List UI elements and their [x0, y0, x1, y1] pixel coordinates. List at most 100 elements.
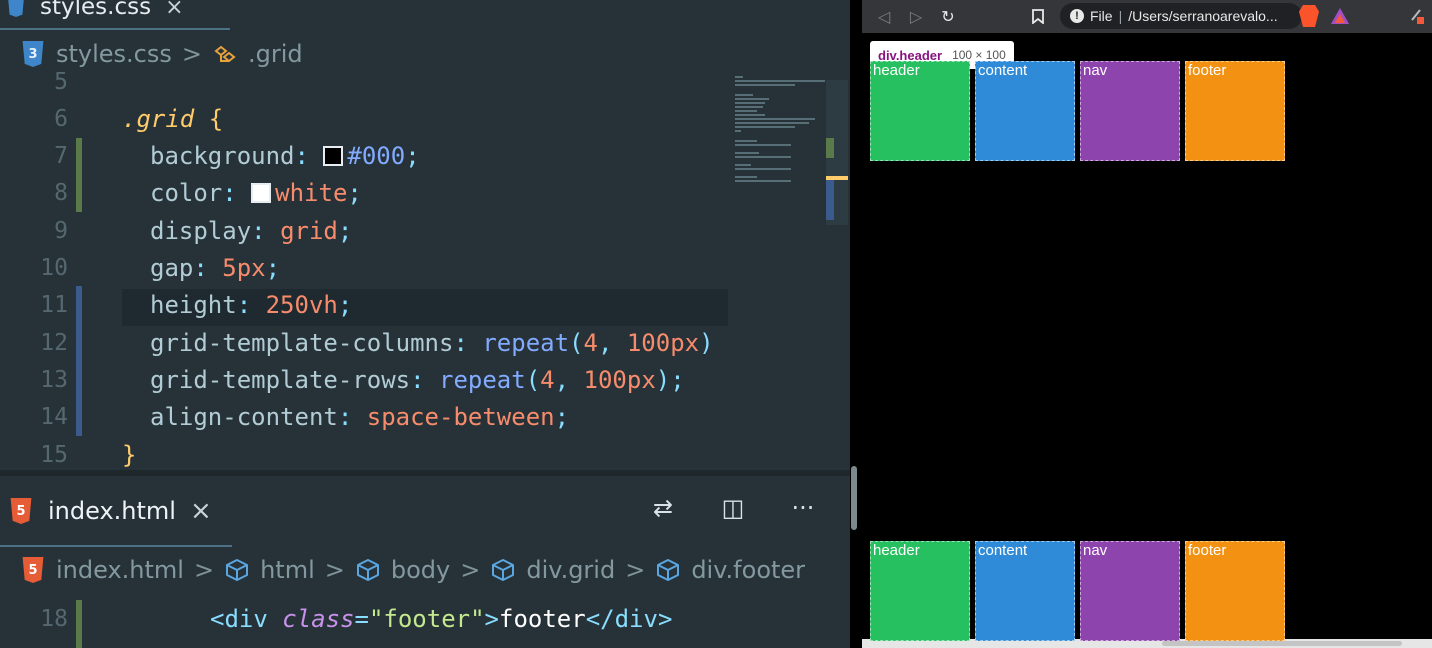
code-token: =: [354, 604, 369, 633]
code-line[interactable]: 13 grid-template-rows: repeat(4, 100px);: [0, 361, 850, 398]
editor-tabbar: 5 index.html × ⇄ ◫ ···: [0, 483, 850, 539]
brave-shield-icon[interactable]: [1299, 5, 1319, 27]
code-text: color: white;: [150, 179, 362, 207]
code-token: background: [150, 142, 295, 171]
code-line[interactable]: 11 height: 250vh;: [0, 287, 850, 324]
code-text: <div class="footer">footer</div>: [210, 605, 672, 633]
grid-cell-nav[interactable]: nav: [1080, 541, 1180, 641]
code-line[interactable]: 7 background: #000;: [0, 138, 850, 175]
code-token: grid-template-rows: [150, 365, 411, 394]
code-text: align-content: space-between;: [150, 403, 569, 431]
code-line[interactable]: 6 .grid {: [0, 100, 850, 137]
scrollbar-thumb[interactable]: [1162, 641, 1402, 646]
grid-cell-footer[interactable]: footer: [1185, 541, 1285, 641]
close-icon[interactable]: ×: [190, 496, 212, 526]
page-viewport[interactable]: div.header 100 × 100 header content nav foo…: [862, 33, 1432, 648]
element-cube-icon: [356, 559, 379, 581]
breadcrumb-item[interactable]: div.grid: [526, 556, 615, 584]
color-swatch[interactable]: [323, 146, 344, 167]
address-bar[interactable]: ! File | /Users/serranoarevalo...: [1060, 3, 1302, 29]
html-file-icon: 5: [22, 557, 44, 583]
code-line[interactable]: 14 align-content: space-between;: [0, 399, 850, 436]
reload-icon[interactable]: ↻: [936, 4, 960, 28]
line-number: 6: [54, 105, 68, 132]
code-token: 4: [583, 328, 598, 357]
grid-cell-header[interactable]: header: [870, 541, 970, 641]
code-token: "footer": [368, 604, 485, 633]
breadcrumb-html: 5 index.html > html > body > div.grid > div.foote…: [0, 548, 850, 592]
line-number: 15: [40, 441, 68, 468]
code-token: <div: [210, 604, 283, 633]
code-line[interactable]: 10 gap: 5px;: [0, 250, 850, 287]
code-line[interactable]: 8 color: white;: [0, 175, 850, 212]
element-cube-icon: [492, 559, 515, 581]
code-line[interactable]: 5: [0, 63, 850, 100]
color-swatch[interactable]: [251, 183, 272, 204]
forward-icon[interactable]: ▷: [904, 4, 928, 28]
code-token: ): [699, 328, 714, 357]
code-token: ,: [554, 365, 584, 394]
code-token: 100px: [626, 328, 700, 357]
code-token: 5px: [222, 254, 266, 282]
info-icon[interactable]: !: [1070, 9, 1084, 23]
grid-cell-nav[interactable]: nav: [1080, 61, 1180, 161]
tab-styles-css[interactable]: styles.css ×: [0, 0, 230, 30]
code-token: :: [222, 179, 252, 208]
code-token: 100px: [583, 365, 656, 394]
back-icon[interactable]: ◁: [872, 4, 896, 28]
browser-toolbar: ◁ ▷ ↻ ! File | /Users/serranoarevalo...: [862, 0, 1432, 33]
code-token: :: [337, 403, 367, 432]
code-token: display: [150, 216, 252, 245]
code-text: height: 250vh;: [150, 291, 352, 319]
chevron-right-icon: >: [625, 556, 646, 584]
code-token: ;: [337, 216, 353, 245]
url-scheme: File: [1090, 8, 1113, 24]
element-cube-icon: [226, 559, 249, 581]
breadcrumb-item[interactable]: div.footer: [691, 556, 805, 584]
breadcrumb-item[interactable]: html: [260, 556, 315, 584]
breadcrumb-item[interactable]: index.html: [56, 556, 184, 584]
grid-cell-footer[interactable]: footer: [1185, 61, 1285, 161]
code-token: class: [282, 604, 355, 633]
line-number: 5: [54, 68, 68, 95]
code-token: 4: [540, 365, 555, 394]
code-text: display: grid;: [150, 217, 352, 245]
grid-cell-content[interactable]: content: [975, 61, 1075, 161]
grid-cell-header[interactable]: header: [870, 61, 970, 161]
more-actions-icon[interactable]: ···: [786, 491, 820, 525]
close-icon[interactable]: ×: [165, 0, 183, 20]
code-token: );: [655, 365, 685, 394]
split-editor-icon[interactable]: ◫: [716, 491, 750, 525]
tab-label: styles.css: [40, 0, 152, 20]
line-number: 9: [54, 217, 68, 244]
breadcrumb-item[interactable]: body: [391, 556, 450, 584]
url-separator: |: [1118, 8, 1123, 24]
scrollbar-marker: [826, 138, 834, 158]
code-token: align-content: [150, 403, 338, 432]
code-token: ;: [265, 254, 281, 282]
extension-icon[interactable]: [1410, 6, 1424, 24]
split-sash[interactable]: [851, 466, 857, 530]
tooltip-element-size: 100 × 100: [952, 48, 1006, 62]
code-token: gap: [150, 254, 194, 282]
bookmark-icon[interactable]: [1026, 4, 1050, 28]
tab-index-html[interactable]: 5 index.html ×: [0, 483, 212, 539]
tab-label: index.html: [48, 497, 176, 525]
code-token: grid-template-columns: [150, 328, 454, 357]
code-line[interactable]: 15}: [0, 436, 850, 473]
active-tab-indicator: [0, 545, 232, 547]
code-token: height: [150, 291, 237, 320]
code-token: space-between: [366, 403, 555, 432]
chevron-right-icon: >: [460, 556, 481, 584]
editor-group-divider[interactable]: [0, 470, 850, 476]
compare-changes-icon[interactable]: ⇄: [646, 491, 680, 525]
grid-cell-content[interactable]: content: [975, 541, 1075, 641]
code-token: repeat: [482, 328, 570, 357]
code-token: repeat: [439, 365, 526, 394]
code-line[interactable]: 9 display: grid;: [0, 212, 850, 249]
code-line[interactable]: 12 grid-template-columns: repeat(4, 100px…: [0, 324, 850, 361]
rewards-triangle-icon[interactable]: [1330, 5, 1350, 27]
line-number: 7: [54, 143, 68, 170]
code-line[interactable]: 18 <div class="footer">footer</div>: [0, 600, 850, 637]
code-token: :: [453, 328, 483, 357]
